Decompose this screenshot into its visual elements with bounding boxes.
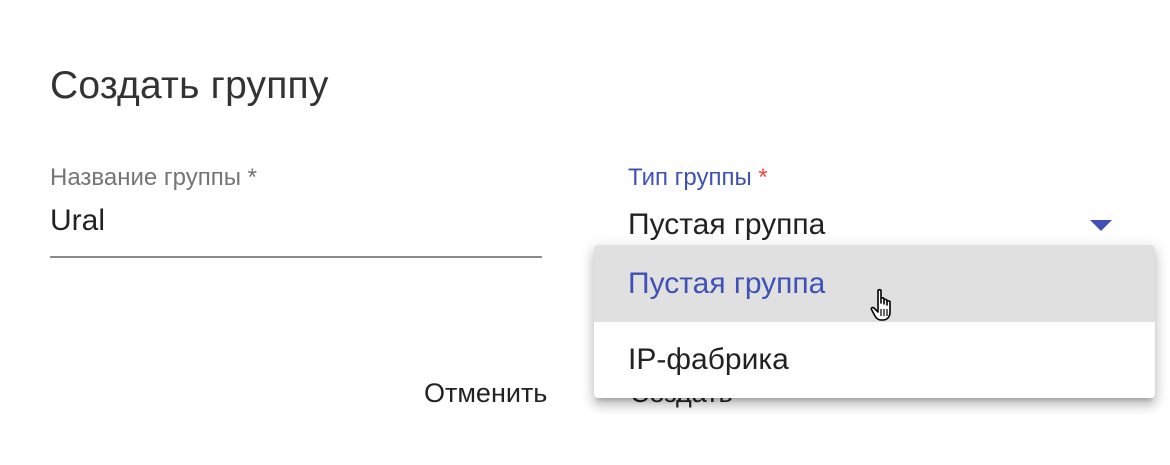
group-type-select[interactable]: Пустая группа bbox=[628, 208, 825, 242]
hand-pointer-icon bbox=[870, 288, 891, 321]
required-mark: * bbox=[241, 164, 258, 191]
group-name-input[interactable] bbox=[50, 200, 542, 258]
cancel-button[interactable]: Отменить bbox=[424, 378, 547, 409]
menu-option-ip-fabric[interactable]: IP-фабрика bbox=[594, 322, 1155, 398]
required-mark: * bbox=[751, 164, 768, 191]
dialog-title: Создать группу bbox=[50, 64, 329, 107]
create-group-dialog: Создать группу Название группы * Тип гру… bbox=[0, 0, 1170, 465]
group-type-label-text: Тип группы bbox=[628, 164, 752, 191]
group-name-label: Название группы * bbox=[50, 164, 257, 192]
group-name-label-text: Название группы bbox=[50, 164, 241, 191]
arrow-drop-down-icon[interactable] bbox=[1090, 220, 1112, 231]
group-type-label: Тип группы * bbox=[628, 164, 768, 192]
